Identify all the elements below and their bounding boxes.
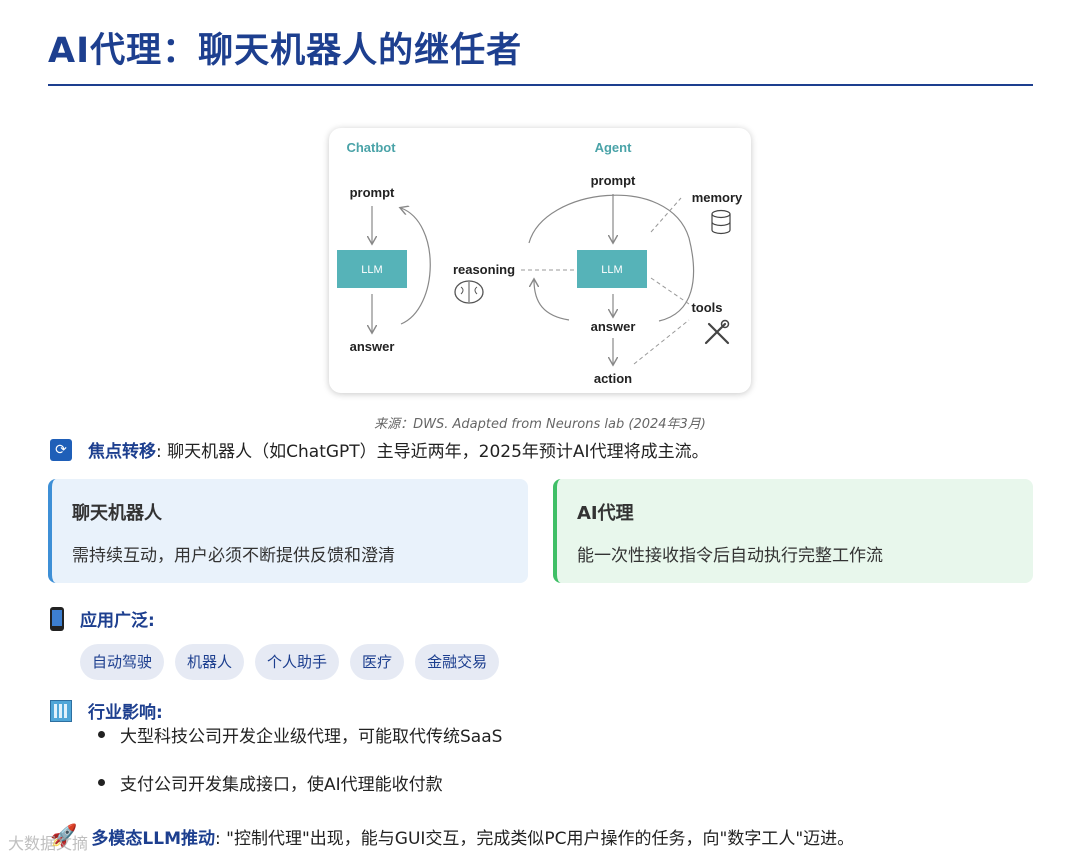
tools-label: tools: [691, 300, 722, 315]
agent-card: AI代理 能一次性接收指令后自动执行完整工作流: [553, 479, 1033, 583]
office-building-icon: [50, 699, 72, 722]
brain-icon: [454, 280, 484, 304]
database-icon: [711, 209, 731, 235]
multimodal-text: : "控制代理"出现，能与GUI交互，完成类似PC用户操作的任务，向"数字工人"…: [215, 829, 855, 849]
agent-answer-label: answer: [591, 319, 636, 334]
chatbot-answer-label: answer: [350, 339, 395, 354]
chatbot-card-title: 聊天机器人: [72, 503, 162, 524]
tag-personal-assistant: 个人助手: [255, 644, 340, 680]
title-divider: [48, 84, 1033, 86]
wrench-screwdriver-icon: [704, 319, 730, 345]
chatbot-heading: Chatbot: [346, 140, 396, 155]
industry-label: 行业影响:: [88, 703, 163, 723]
tag-financial-trading: 金融交易: [415, 644, 500, 680]
diagram-svg: Chatbot Agent prompt LLM answer prompt L…: [337, 140, 743, 386]
agent-llm-label: LLM: [601, 264, 622, 276]
agent-prompt-label: prompt: [591, 173, 636, 188]
agent-heading: Agent: [595, 140, 633, 155]
industry-heading: 行业影响:: [50, 698, 163, 723]
industry-bullet-saas: 大型科技公司开发企业级代理，可能取代传统SaaS: [98, 722, 502, 770]
focus-shift-line: ⟳ 焦点转移 : 聊天机器人（如ChatGPT）主导近两年，2025年预计AI代…: [50, 437, 709, 462]
reasoning-label: reasoning: [453, 262, 515, 277]
multimodal-label: 多模态LLM推动: [91, 829, 215, 849]
chatbot-llm-label: LLM: [361, 264, 382, 276]
tag-healthcare: 医疗: [350, 644, 405, 680]
chatbot-vs-agent-diagram: Chatbot Agent prompt LLM answer prompt L…: [329, 128, 751, 393]
tag-autonomous-driving: 自动驾驶: [80, 644, 165, 680]
memory-label: memory: [692, 190, 743, 205]
chatbot-prompt-label: prompt: [350, 185, 395, 200]
figure-caption: 来源：DWS. Adapted from Neurons lab (2024年3…: [374, 417, 706, 432]
chatbot-card-text: 需持续互动，用户必须不断提供反馈和澄清: [72, 546, 395, 566]
applications-heading: 应用广泛:: [50, 606, 155, 631]
mobile-phone-icon: [50, 606, 64, 631]
refresh-icon: ⟳: [50, 438, 72, 461]
focus-label: 焦点转移: [88, 442, 156, 462]
agent-action-label: action: [594, 371, 632, 386]
tools-link-action: [633, 319, 690, 365]
multimodal-line: 🚀 多模态LLM推动 : "控制代理"出现，能与GUI交互，完成类似PC用户操作…: [50, 824, 854, 849]
chatbot-card: 聊天机器人 需持续互动，用户必须不断提供反馈和澄清: [48, 479, 528, 583]
focus-text: : 聊天机器人（如ChatGPT）主导近两年，2025年预计AI代理将成主流。: [156, 442, 709, 462]
industry-bullet-payments: 支付公司开发集成接口，使AI代理能收付款: [98, 770, 502, 818]
tools-link-llm: [650, 277, 690, 305]
page-title: AI代理：聊天机器人的继任者: [48, 31, 523, 71]
agent-card-text: 能一次性接收指令后自动执行完整工作流: [577, 546, 883, 566]
watermark: 大数据文摘: [8, 834, 89, 853]
tag-robotics: 机器人: [175, 644, 245, 680]
agent-card-title: AI代理: [577, 503, 634, 524]
applications-tag-list: 自动驾驶 机器人 个人助手 医疗 金融交易: [80, 644, 500, 680]
industry-bullet-list: 大型科技公司开发企业级代理，可能取代传统SaaS 支付公司开发集成接口，使AI代…: [98, 722, 502, 818]
applications-label: 应用广泛:: [80, 611, 155, 631]
agent-return-arrow: [534, 280, 570, 321]
